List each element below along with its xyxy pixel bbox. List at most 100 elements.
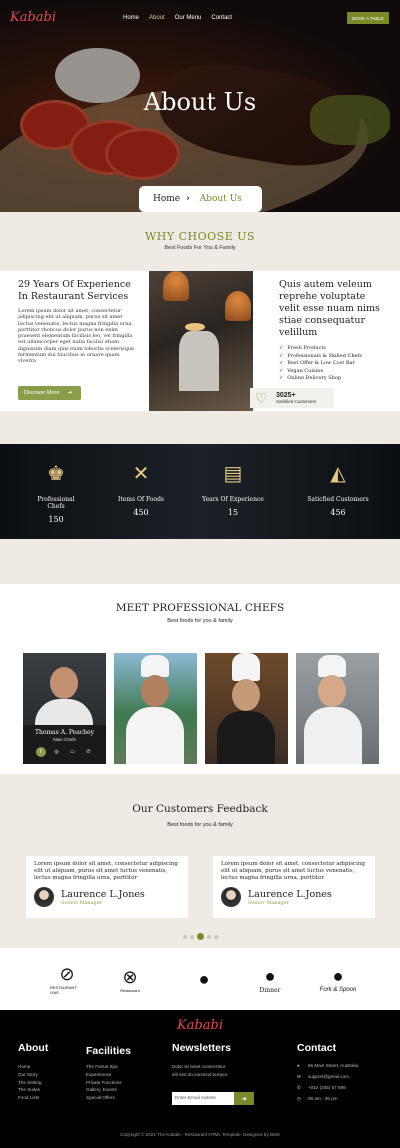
- footer-link[interactable]: The Suites: [18, 1086, 48, 1094]
- hero-banner: Kababi Home About Our Menu Contact BOOK …: [0, 0, 400, 212]
- heart-icon: ♡: [255, 390, 268, 406]
- footer-link[interactable]: Our Story: [18, 1071, 48, 1079]
- stat-value: 450: [133, 508, 149, 517]
- contact-hours: 08 am - 06 pm: [308, 1096, 338, 1101]
- partner-logo[interactable]: ⊗ Restaurant: [113, 962, 147, 996]
- whatsapp-icon[interactable]: ✆: [84, 747, 94, 757]
- carousel-dot[interactable]: [183, 934, 187, 939]
- footer-heading: About: [18, 1042, 49, 1054]
- avatar: [221, 887, 241, 908]
- chef-hat-icon: ♚: [47, 463, 65, 485]
- footer-link[interactable]: Gallery, Events: [86, 1086, 131, 1094]
- twitter-icon[interactable]: ▭: [68, 747, 78, 757]
- feedback-subtitle: Best foods for you & family: [167, 822, 233, 828]
- breadcrumb-current: About Us: [199, 194, 242, 204]
- carousel-dot-active[interactable]: [197, 933, 204, 940]
- reviewer-role: Senior Manager: [248, 899, 290, 906]
- avatar: [34, 887, 54, 908]
- stat-value: 15: [227, 508, 239, 517]
- feature-item: Fresh Products: [279, 345, 389, 353]
- footer-link[interactable]: The Setting: [18, 1079, 48, 1087]
- satisfied-customers-badge: ♡ 3025+ Satisfied Customers: [250, 388, 334, 408]
- reviewer-name: Laurence L.Jones: [61, 888, 145, 900]
- partner-logo[interactable]: ● Dinner: [253, 962, 287, 996]
- section-subtitle: Best foods for you & family: [167, 618, 233, 624]
- clock-icon: ◷: [297, 1096, 302, 1101]
- grill-icon: ▤: [223, 463, 243, 485]
- stat-label: Items Of Foods: [117, 496, 165, 503]
- partner-logo[interactable]: ⊘ RESTAURANT LINE: [50, 962, 84, 996]
- footer-link[interactable]: Experiences: [86, 1071, 131, 1079]
- partner-label: Dinner: [259, 986, 281, 994]
- dinner-icon: ●: [264, 965, 276, 986]
- footer-link[interactable]: The Fortus Spa: [86, 1063, 131, 1071]
- experience-title: 29 Years Of Experience In Restaurant Ser…: [18, 279, 131, 302]
- pizza-icon: ◭: [330, 463, 346, 485]
- chef-card[interactable]: [205, 653, 288, 764]
- chef-info: Thomas A. Peachey Main Chefs f ◎ ▭ ✆: [23, 725, 106, 764]
- carousel-dot[interactable]: [207, 934, 211, 939]
- partner-logo[interactable]: ●: [187, 962, 221, 996]
- contact-email[interactable]: support@gmail.com: [308, 1071, 349, 1082]
- arrow-right-icon: ➜: [67, 390, 73, 396]
- nav-menu[interactable]: Our Menu: [175, 15, 202, 21]
- email-input[interactable]: Enter Email Adress: [172, 1092, 234, 1105]
- section-title: MEET PROFESSIONAL CHEFS: [115, 602, 285, 614]
- stats-section: ♚ Professional Chefs 150 ✕ Items Of Food…: [0, 444, 400, 539]
- carousel-dots: [183, 933, 218, 940]
- footer-heading: Newsletters: [172, 1042, 231, 1054]
- footer-link[interactable]: Home: [18, 1063, 48, 1071]
- breadcrumb: Home › About Us: [139, 186, 262, 212]
- discover-more-button[interactable]: Discover More ➜: [18, 386, 81, 400]
- chef-card[interactable]: [114, 653, 197, 764]
- nav-contact[interactable]: Contact: [211, 15, 232, 21]
- kitchen-image: [149, 271, 253, 411]
- about-heading: Quis autem veleum reprehe voluptate veli…: [279, 279, 380, 338]
- newsletter-text: elit sed do eiusmod tempor.: [172, 1071, 229, 1077]
- chef-card[interactable]: [296, 653, 379, 764]
- chef-card[interactable]: Thomas A. Peachey Main Chefs f ◎ ▭ ✆: [23, 653, 106, 764]
- footer-heading: Contact: [297, 1042, 337, 1054]
- subscribe-arrow-icon[interactable]: ➜: [234, 1092, 254, 1105]
- logo[interactable]: Kababi: [10, 10, 56, 25]
- contact-address: 56 Main Street, Australia: [308, 1063, 359, 1068]
- page: Kababi Home About Our Menu Contact BOOK …: [0, 0, 400, 1148]
- feature-item: Best Offer & Low Cost Bar: [279, 360, 389, 368]
- partner-label: RESTAURANT LINE: [50, 985, 77, 995]
- carousel-dot[interactable]: [214, 934, 218, 939]
- chefs-section: MEET PROFESSIONAL CHEFS Best foods for y…: [0, 584, 400, 774]
- partner-logo[interactable]: ● Fork & Spoon: [318, 962, 358, 996]
- footer-facilities: Facilities The Fortus Spa Experiences Pr…: [86, 1042, 131, 1102]
- phone-icon: ✆: [297, 1085, 301, 1090]
- nav-home[interactable]: Home: [123, 15, 139, 21]
- stat-label: Saticfied Customers: [307, 496, 369, 503]
- book-table-button[interactable]: BOOK A TABLE: [347, 12, 389, 24]
- stat-value: 456: [330, 508, 346, 517]
- footer-logo[interactable]: Kababi: [0, 1018, 400, 1033]
- carousel-dot[interactable]: [190, 934, 194, 939]
- section-subtitle: Best Foods For You & Family: [164, 245, 236, 251]
- feedback-title: Our Customers Feedback: [132, 803, 268, 815]
- facebook-icon[interactable]: f: [35, 747, 46, 757]
- experience-text: Lorem ipsum dolor sit amet, consectetur …: [18, 308, 135, 365]
- footer-link[interactable]: Special Offers: [86, 1094, 131, 1102]
- footer-newsletter: Newsletters Dolor sit amet consectetur el…: [172, 1042, 262, 1105]
- feature-list: Fresh Products Professionals & Skilled C…: [279, 345, 389, 383]
- spoon-icon: ●: [332, 966, 344, 986]
- footer-heading: Facilities: [86, 1045, 131, 1057]
- stat-customers: ◭ Saticfied Customers 456: [298, 460, 378, 517]
- contact-phone[interactable]: +012 (345) 67 899: [308, 1082, 346, 1093]
- mail-icon: ✉: [297, 1074, 301, 1079]
- footer-link[interactable]: Private Functions: [86, 1079, 131, 1087]
- page-title: About Us: [143, 88, 257, 116]
- feature-item: Vegan Cuisine: [279, 368, 389, 376]
- chef-name: Thomas A. Peachey: [35, 729, 94, 736]
- reviewer-role: Senior Manager: [61, 899, 103, 906]
- instagram-icon[interactable]: ◎: [52, 747, 62, 757]
- testimonial-card: Lorem ipsum dolor sit amet, consectetur …: [213, 856, 375, 918]
- breadcrumb-home[interactable]: Home: [153, 194, 180, 204]
- feature-item: Online Delivery Shop: [279, 375, 389, 383]
- nav-about[interactable]: About: [149, 15, 165, 21]
- footer-contact: Contact ⌖ 56 Main Street, Australia ✉ supp…: [297, 1042, 358, 1104]
- footer-link[interactable]: Food Lists: [18, 1094, 48, 1102]
